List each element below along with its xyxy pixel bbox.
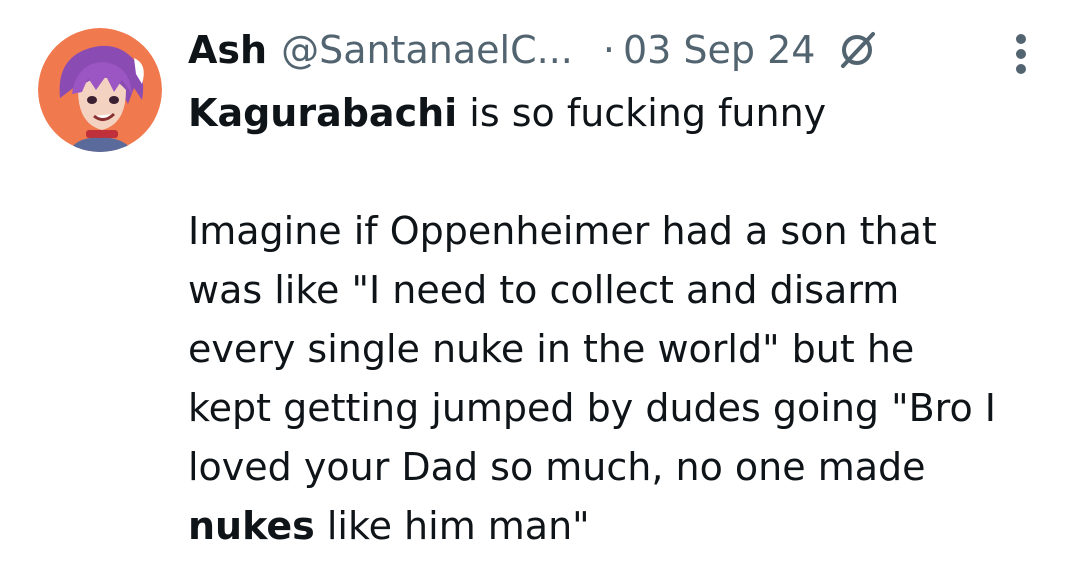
tweet-header: Ash @SantanaelC... · 03 Sep 24 — [188, 22, 877, 78]
hashtag-kagurabachi[interactable]: Kagurabachi — [188, 91, 457, 135]
tweet-line-1-text: is so fucking funny — [457, 91, 827, 135]
tweet-line: every single nuke in the world" but he — [188, 327, 915, 371]
tweet-date[interactable]: 03 Sep 24 — [623, 28, 816, 72]
author-handle[interactable]: @SantanaelC... — [281, 28, 573, 72]
more-options-icon[interactable] — [1010, 32, 1032, 76]
author-name[interactable]: Ash — [188, 28, 267, 72]
avatar[interactable] — [38, 28, 162, 152]
tweet-line: kept getting jumped by dudes going "Bro … — [188, 386, 996, 430]
tweet-line-last-text: like him man" — [314, 504, 590, 548]
tweet-line-1: Kagurabachi is so fucking funny — [188, 84, 1058, 143]
tweet-line: loved your Dad so much, no one made — [188, 445, 926, 489]
tweet-line-last: nukes like him man" — [188, 497, 1058, 556]
tweet-line: was like "I need to collect and disarm — [188, 268, 900, 312]
separator-dot: · — [602, 28, 615, 72]
avatar-image — [38, 28, 162, 152]
bold-nukes: nukes — [188, 504, 315, 548]
tweet-line: Imagine if Oppenheimer had a son that — [188, 209, 937, 253]
tweet-text: Kagurabachi is so fucking funny Imagine … — [188, 84, 1058, 556]
grok-icon[interactable] — [837, 30, 877, 70]
